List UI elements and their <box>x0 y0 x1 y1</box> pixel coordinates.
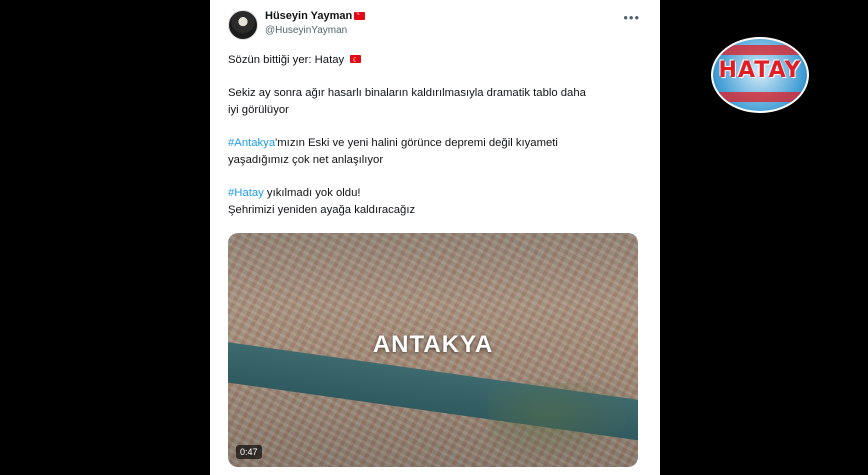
hashtag-hatay[interactable]: #Hatay <box>228 187 264 199</box>
tweet-card: Hüseyin Yayman @HuseyinYayman ••• Sözün … <box>210 0 660 475</box>
tweet-line: #Antakya'mızın Eski ve yeni halini görün… <box>228 135 638 152</box>
hatay-logo: HATAY <box>711 37 809 113</box>
trees-image-area <box>488 383 638 463</box>
turkey-flag-icon <box>350 52 362 69</box>
video-overlay-title: ANTAKYA <box>372 331 494 358</box>
tweet-line-7: Şehrimizi yeniden ayağa kaldıracağız <box>228 204 416 216</box>
tweet-video[interactable]: ANTAKYA 0:47 <box>228 233 638 467</box>
hashtag-antakya[interactable]: #Antakya <box>228 137 275 149</box>
author-handle[interactable]: @HuseyinYayman <box>265 25 365 36</box>
more-options-icon[interactable]: ••• <box>623 10 640 25</box>
tweet-line: #Hatay yıkılmadı yok oldu! <box>228 185 638 202</box>
tweet-line-2: Sekiz ay sonra ağır hasarlı binaların ka… <box>228 87 586 99</box>
tweet-text: Sözün bittiği yer: Hatay Sekiz ay sonra … <box>228 52 638 219</box>
logo-stripe <box>719 92 801 102</box>
author-name-row: Hüseyin Yayman <box>265 9 366 22</box>
tweet-line-1: Sözün bittiği yer: Hatay <box>228 54 345 66</box>
logo-text: HATAY <box>718 58 802 83</box>
tweet-line-6-rest: yıkılmadı yok oldu! <box>263 187 361 199</box>
tweet-line-4-rest: 'mızın Eski ve yeni halini görünce depre… <box>275 137 558 149</box>
tweet-line-5: yaşadığımız çok net anlaşılıyor <box>228 154 384 166</box>
tweet-line-3: iyi görülüyor <box>228 104 289 116</box>
tweet-line: Sözün bittiği yer: Hatay <box>228 52 638 69</box>
turkey-flag-icon <box>354 9 366 20</box>
tweet-header: Hüseyin Yayman @HuseyinYayman ••• <box>228 9 642 46</box>
author-name[interactable]: Hüseyin Yayman <box>265 10 352 22</box>
video-duration-badge: 0:47 <box>236 445 262 459</box>
avatar[interactable] <box>228 10 258 40</box>
author-block: Hüseyin Yayman @HuseyinYayman <box>265 9 366 36</box>
logo-stripe <box>719 45 801 55</box>
